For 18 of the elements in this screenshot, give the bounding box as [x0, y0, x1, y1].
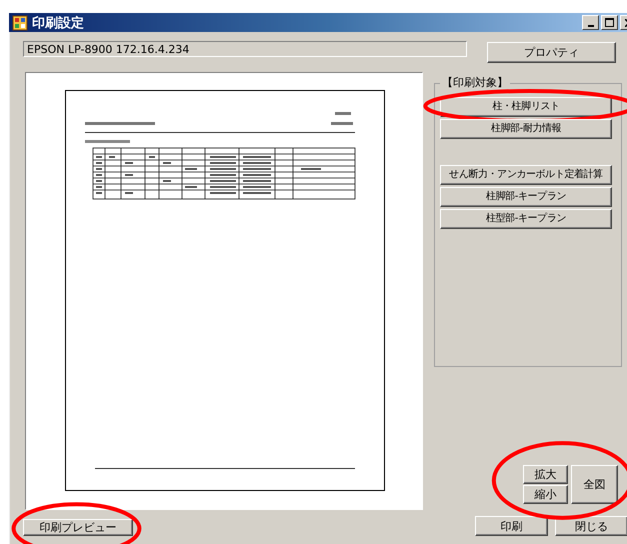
- properties-button[interactable]: プロパティ: [487, 42, 616, 63]
- print-target-button[interactable]: 柱脚部-キープラン: [440, 187, 612, 207]
- zoom-out-button[interactable]: 縮小: [523, 485, 568, 504]
- zoom-in-button[interactable]: 拡大: [523, 465, 568, 484]
- close-dialog-button[interactable]: 閉じる: [555, 516, 627, 536]
- print-preview-button[interactable]: 印刷プレビュー: [23, 518, 133, 536]
- minimize-button[interactable]: [582, 15, 599, 30]
- printer-field[interactable]: EPSON LP-8900 172.16.4.234: [23, 41, 467, 57]
- print-target-button[interactable]: 柱型部-キープラン: [440, 209, 612, 229]
- fit-page-button[interactable]: 全図: [571, 465, 618, 504]
- window-title: 印刷設定: [32, 14, 84, 32]
- maximize-button[interactable]: [601, 15, 618, 30]
- minimize-icon: [588, 24, 594, 26]
- print-target-button[interactable]: 柱脚部-耐力情報: [440, 119, 612, 139]
- print-target-button[interactable]: せん断力・アンカーボルト定着計算: [440, 165, 612, 185]
- maximize-icon: [605, 18, 614, 27]
- print-button[interactable]: 印刷: [475, 516, 548, 536]
- print-target-button[interactable]: 柱・柱脚リスト: [440, 97, 612, 117]
